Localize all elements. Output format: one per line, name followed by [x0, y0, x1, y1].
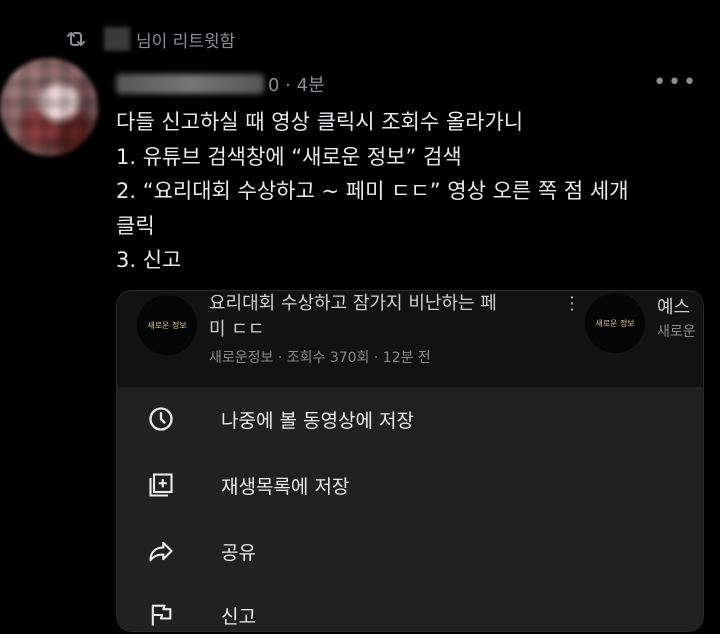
attached-screenshot[interactable]: 새로운 정보 요리대회 수상하고 잠가지 비난하는 페 미 ㄷㄷ 새로운정보 ·… — [116, 290, 704, 632]
video-options-menu: 나중에 볼 동영상에 저장 재생목록에 저장 공유 신고 — [117, 387, 703, 631]
flag-icon — [151, 604, 172, 626]
menu-item-save-playlist: 재생목록에 저장 — [117, 453, 703, 517]
retweet-icon — [67, 32, 85, 46]
author-handle-redacted[interactable] — [116, 74, 264, 94]
secondary-video-title: 예스 — [657, 297, 691, 318]
tweet-meta: 0 · 4분 — [116, 70, 325, 98]
tweet-line: 3. 신고 — [116, 248, 182, 272]
video-title-line: 미 ㄷㄷ — [209, 319, 265, 340]
retweeter-name-redacted — [104, 27, 130, 51]
menu-item-report: 신고 — [117, 583, 703, 631]
channel-logo-secondary: 새로운 정보 — [585, 293, 645, 353]
retweet-label: 님이 리트윗함 — [136, 31, 236, 52]
menu-item-label: 공유 — [221, 541, 256, 564]
menu-item-watch-later: 나중에 볼 동영상에 저장 — [117, 387, 703, 451]
menu-item-label: 재생목록에 저장 — [221, 475, 350, 498]
tweet-timestamp[interactable]: 0 · 4분 — [268, 71, 325, 97]
tweet-line: 클릭 — [116, 213, 155, 238]
retweet-indicator: 님이 리트윗함 — [64, 24, 235, 54]
avatar[interactable] — [0, 58, 98, 156]
more-options-icon[interactable]: ••• — [653, 70, 698, 95]
video-title-line: 요리대회 수상하고 잠가지 비난하는 페 — [209, 293, 497, 314]
menu-item-label: 나중에 볼 동영상에 저장 — [221, 409, 414, 432]
tweet-body: 다들 신고하실 때 영상 클릭시 조회수 올라가니 1. 유튜브 검색창에 “새… — [116, 105, 706, 278]
tweet-line: 1. 유튜브 검색창에 “새로운 정보” 검색 — [116, 144, 462, 169]
playlist-add-icon — [149, 473, 173, 497]
video-result-strip: 새로운 정보 요리대회 수상하고 잠가지 비난하는 페 미 ㄷㄷ 새로운정보 ·… — [117, 291, 703, 387]
kebab-menu-icon: ⋮ — [563, 293, 581, 314]
share-icon — [149, 541, 173, 562]
clock-icon — [149, 407, 173, 431]
video-title: 요리대회 수상하고 잠가지 비난하는 페 미 ㄷㄷ — [209, 291, 549, 343]
menu-item-label: 신고 — [221, 605, 256, 628]
tweet-line: 다들 신고하실 때 영상 클릭시 조회수 올라가니 — [116, 110, 524, 134]
video-meta: 새로운정보 · 조회수 370회 · 12분 전 — [209, 350, 431, 366]
tweet-line: 2. “요리대회 수상하고 ~ 페미 ㄷㄷ” 영상 오른 쪽 점 세개 — [116, 179, 629, 203]
menu-item-share: 공유 — [117, 519, 703, 583]
channel-logo: 새로운 정보 — [137, 295, 197, 355]
secondary-video-sub: 새로운 — [657, 324, 696, 340]
